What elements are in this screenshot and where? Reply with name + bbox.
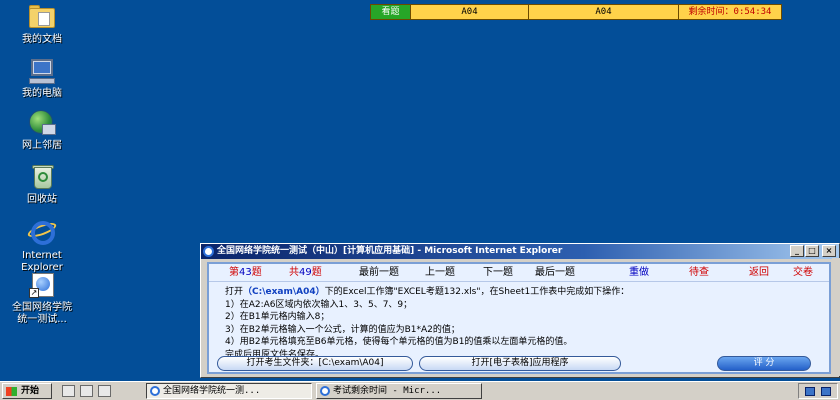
desktop-icon-label: 回收站 [27,194,57,205]
open-spreadsheet-app-button[interactable]: 打开[电子表格]应用程序 [419,356,621,371]
window-controls: _ □ × [790,245,836,257]
desktop-icon-network[interactable]: 网上邻居 [0,108,84,152]
desktop-icon-label: 网上邻居 [22,140,62,151]
system-tray [798,383,838,399]
question-code-2: A04 [529,5,679,19]
first-question-button[interactable]: 最前一题 [359,264,399,282]
remaining-time: 剩余时间：0:54:34 [688,7,772,17]
desktop-icon-my-documents[interactable]: 我的文档 [0,2,84,46]
instruction-line: 2）在B1单元格内输入8； [225,312,330,322]
recycle-bin-icon [26,162,58,192]
exam-content: 第43题 共49题 最前一题 上一题 下一题 最后一题 重做 待查 返回 交卷 … [207,262,831,374]
quicklaunch-ie-icon[interactable] [62,385,75,397]
network-places-icon [26,108,58,138]
close-button[interactable]: × [822,245,836,257]
instruction-line: 打开（C:\exam\A04）下的Excel工作簿"EXCEL考题132.xls… [225,287,630,297]
back-button[interactable]: 返回 [749,264,769,282]
total-question-indicator: 共49题 [289,267,322,278]
desktop-icon-my-computer[interactable]: 我的电脑 [0,56,84,100]
open-student-folder-button[interactable]: 打开考生文件夹：[C:\exam\A04] [217,356,413,371]
tray-network-icon[interactable] [805,387,815,396]
taskbar-task-exam-window[interactable]: 全国网络学院统一测... [146,383,312,399]
tray-volume-icon[interactable] [821,387,831,396]
maximize-button[interactable]: □ [805,245,819,257]
question-code-1: A04 [411,5,529,19]
exam-timer-bar: 看题 A04 A04 剩余时间：0:54:34 [370,4,782,20]
desktop-icon-label: 我的电脑 [22,88,62,99]
last-question-button[interactable]: 最后一题 [535,264,575,282]
quicklaunch-media-icon[interactable] [98,385,111,397]
question-instructions: 打开（C:\exam\A04）下的Excel工作簿"EXCEL考题132.xls… [225,286,825,361]
look-question-button[interactable]: 看题 [371,5,411,19]
score-button[interactable]: 评 分 [717,356,811,371]
my-computer-icon [26,56,58,86]
window-titlebar[interactable]: 全国网络学院统一测试（中山）[计算机应用基础] - Microsoft Inte… [201,244,839,259]
vertical-scrollbar[interactable] [832,258,840,376]
action-button-bar: 打开考生文件夹：[C:\exam\A04] 打开[电子表格]应用程序 评 分 [217,356,827,372]
instruction-line: 4）用B2单元格填充至B6单元格，使得每个单元格的值为B1的值乘以左面单元格的值… [225,337,573,347]
exam-shortcut-icon: ↗ [26,270,58,300]
ie-title-icon [203,246,214,257]
quicklaunch-desktop-icon[interactable] [80,385,93,397]
minimize-button[interactable]: _ [790,245,804,257]
desktop-icon-recycle-bin[interactable]: 回收站 [0,162,84,206]
desktop-icon-label: 全国网络学院 统一测试... [12,302,72,325]
window-title: 全国网络学院统一测试（中山）[计算机应用基础] - Microsoft Inte… [217,246,563,256]
next-question-button[interactable]: 下一题 [483,264,513,282]
desktop-icon-exam-shortcut[interactable]: ↗ 全国网络学院 统一测试... [0,270,84,326]
taskbar-task-timer-window[interactable]: 考试剩余时间 - Micr... [316,383,482,399]
current-question-indicator: 第43题 [229,267,262,278]
ie-task-icon [320,386,330,396]
question-nav-bar: 第43题 共49题 最前一题 上一题 下一题 最后一题 重做 待查 返回 交卷 [209,264,829,282]
ie-task-icon [150,386,160,396]
review-button[interactable]: 待查 [689,264,709,282]
windows-flag-icon [6,387,17,396]
prev-question-button[interactable]: 上一题 [425,264,455,282]
instruction-line: 1）在A2:A6区域内依次输入1、3、5、7、9； [225,299,413,310]
ie-window: 全国网络学院统一测试（中山）[计算机应用基础] - Microsoft Inte… [200,243,840,378]
desktop-icon-label: 我的文档 [22,34,62,45]
redo-button[interactable]: 重做 [629,264,649,282]
submit-exam-button[interactable]: 交卷 [793,264,813,282]
desktop-icon-internet-explorer[interactable]: Internet Explorer [0,218,84,274]
my-documents-icon [26,2,58,32]
instruction-line: 3）在B2单元格输入一个公式，计算的值应为B1*A2的值； [225,324,460,335]
internet-explorer-icon [26,218,58,248]
start-button[interactable]: 开始 [2,383,52,399]
taskbar: 开始 全国网络学院统一测... 考试剩余时间 - Micr... [0,381,840,400]
